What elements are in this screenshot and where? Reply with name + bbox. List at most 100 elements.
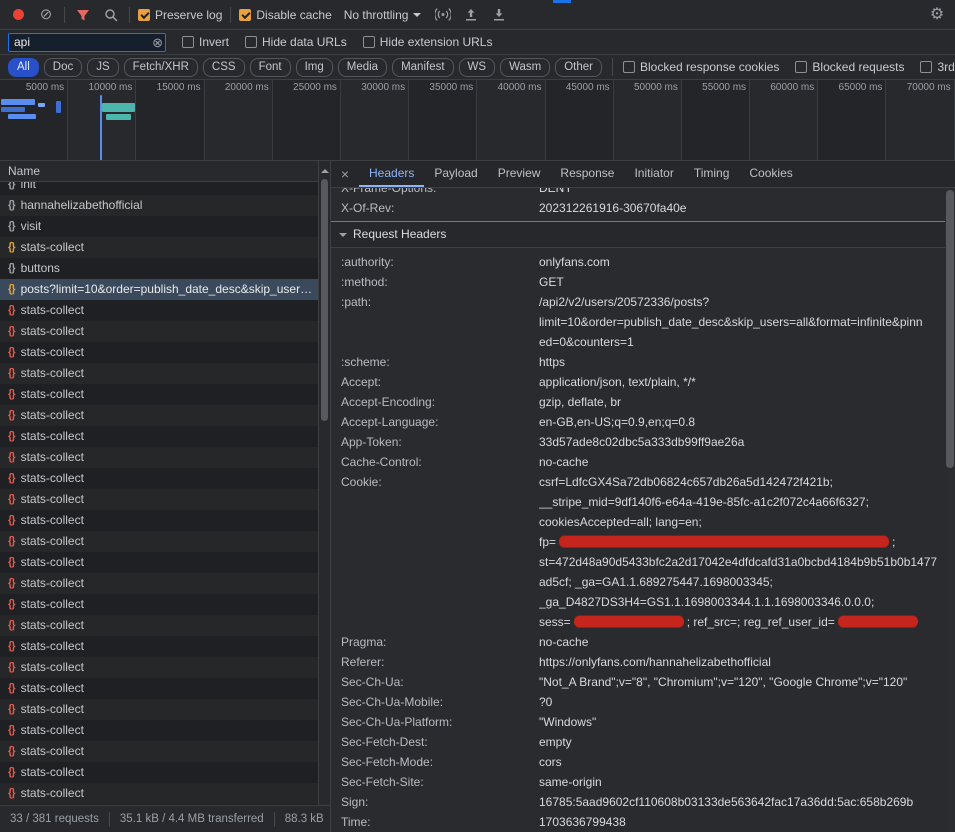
preserve-log-label: Preserve log [155, 8, 222, 22]
filter-chip-other[interactable]: Other [555, 58, 602, 77]
request-row[interactable]: {}stats-collect [0, 405, 330, 426]
checkbox-box [363, 36, 375, 48]
header-value-line: csrf=LdfcGX4Sa72db06824c657db26a5d142472… [539, 472, 945, 492]
header-value: 202312261916-30670fa40e [539, 198, 945, 218]
network-conditions-button[interactable] [433, 5, 453, 25]
request-row[interactable]: {}stats-collect [0, 489, 330, 510]
tab-payload[interactable]: Payload [424, 161, 487, 187]
request-name: stats-collect [21, 342, 84, 363]
request-row[interactable]: {}stats-collect [0, 678, 330, 699]
request-row[interactable]: {}stats-collect [0, 615, 330, 636]
invert-checkbox[interactable]: Invert [182, 35, 229, 49]
request-row[interactable]: {}visit [0, 216, 330, 237]
request-row[interactable]: {}stats-collect [0, 237, 330, 258]
search-button[interactable] [101, 5, 121, 25]
request-row[interactable]: {}stats-collect [0, 300, 330, 321]
close-icon[interactable]: × [331, 166, 359, 182]
hide-extension-urls-label: Hide extension URLs [380, 35, 493, 49]
filter-chip-manifest[interactable]: Manifest [392, 58, 453, 77]
export-har-button[interactable] [489, 5, 509, 25]
record-button[interactable] [8, 5, 28, 25]
request-row[interactable]: {}stats-collect [0, 447, 330, 468]
tab-response[interactable]: Response [550, 161, 624, 187]
script-icon: {} [8, 195, 15, 216]
request-row[interactable]: {}init [0, 182, 330, 195]
timeline-tick-label: 35000 ms [429, 82, 473, 93]
tab-initiator[interactable]: Initiator [624, 161, 683, 187]
throttling-select[interactable]: No throttling [340, 6, 426, 24]
header-name: App-Token: [341, 432, 529, 452]
tab-timing[interactable]: Timing [684, 161, 740, 187]
script-icon: {} [8, 489, 15, 510]
filter-checkbox-blocked-requests[interactable]: Blocked requests [795, 60, 904, 74]
request-row[interactable]: {}buttons [0, 258, 330, 279]
request-row[interactable]: {}stats-collect [0, 594, 330, 615]
filter-chip-doc[interactable]: Doc [44, 58, 82, 77]
timeline-tick-label: 5000 ms [26, 82, 64, 93]
checkbox-box [795, 61, 807, 73]
filter-chip-js[interactable]: JS [87, 58, 118, 77]
request-row[interactable]: {}stats-collect [0, 363, 330, 384]
request-row[interactable]: {}stats-collect [0, 321, 330, 342]
filter-chip-all[interactable]: All [8, 58, 39, 77]
hide-data-urls-checkbox[interactable]: Hide data URLs [245, 35, 347, 49]
tab-cookies[interactable]: Cookies [739, 161, 802, 187]
header-row: Sec-Fetch-Dest:empty [331, 732, 945, 752]
request-row[interactable]: {}stats-collect [0, 552, 330, 573]
request-row[interactable]: {}stats-collect [0, 426, 330, 447]
tab-preview[interactable]: Preview [488, 161, 551, 187]
scrollbar-thumb[interactable] [321, 179, 328, 421]
preserve-log-checkbox[interactable]: Preserve log [138, 8, 222, 22]
clear-filter-icon[interactable]: ⊗ [152, 35, 163, 51]
request-row[interactable]: {}posts?limit=10&order=publish_date_desc… [0, 279, 330, 300]
request-row[interactable]: {}stats-collect [0, 531, 330, 552]
request-row[interactable]: {}stats-collect [0, 783, 330, 804]
filter-checkbox-3rd-party-requests[interactable]: 3rd-party requests [920, 60, 955, 74]
filter-checkbox-blocked-response-cookies[interactable]: Blocked response cookies [623, 60, 779, 74]
detail-scrollbar[interactable] [945, 188, 955, 832]
filter-chip-css[interactable]: CSS [203, 58, 245, 77]
header-value-line: sess=; ref_src=; reg_ref_user_id= [539, 612, 945, 632]
request-row[interactable]: {}stats-collect [0, 342, 330, 363]
header-name: :authority: [341, 252, 529, 272]
filter-chip-wasm[interactable]: Wasm [500, 58, 550, 77]
network-filter-input[interactable] [8, 33, 166, 52]
script-icon: {} [8, 384, 15, 405]
request-row[interactable]: {}hannahelizabethofficial [0, 195, 330, 216]
hide-extension-urls-checkbox[interactable]: Hide extension URLs [363, 35, 493, 49]
request-row[interactable]: {}stats-collect [0, 657, 330, 678]
request-row[interactable]: {}stats-collect [0, 720, 330, 741]
filter-chip-img[interactable]: Img [296, 58, 333, 77]
disable-cache-checkbox[interactable]: Disable cache [239, 8, 331, 22]
header-value: /api2/v2/users/20572336/posts?limit=10&o… [539, 292, 945, 352]
header-value: empty [539, 732, 945, 752]
filter-chip-fetch-xhr[interactable]: Fetch/XHR [124, 58, 198, 77]
import-har-button[interactable] [461, 5, 481, 25]
request-list-scrollbar[interactable] [318, 161, 330, 805]
tab-headers[interactable]: Headers [359, 161, 424, 187]
request-name: stats-collect [21, 552, 84, 573]
name-column-header[interactable]: Name [0, 161, 330, 182]
request-row[interactable]: {}stats-collect [0, 510, 330, 531]
filter-toggle-button[interactable] [73, 5, 93, 25]
header-row: :scheme:https [331, 352, 945, 372]
request-row[interactable]: {}stats-collect [0, 573, 330, 594]
import-icon [464, 8, 478, 22]
scroll-up-icon[interactable] [321, 165, 329, 173]
settings-gear-icon[interactable]: ⚙ [927, 5, 947, 25]
timeline-overview[interactable]: 5000 ms10000 ms15000 ms20000 ms25000 ms3… [0, 80, 955, 161]
filter-chip-font[interactable]: Font [250, 58, 291, 77]
scrollbar-thumb[interactable] [946, 190, 954, 468]
request-row[interactable]: {}stats-collect [0, 468, 330, 489]
request-row[interactable]: {}stats-collect [0, 384, 330, 405]
request-row[interactable]: {}stats-collect [0, 636, 330, 657]
request-row[interactable]: {}stats-collect [0, 699, 330, 720]
request-headers-section-header[interactable]: Request Headers [331, 222, 945, 248]
clear-log-button[interactable]: ⊘ [36, 5, 56, 25]
filter-chip-media[interactable]: Media [338, 58, 387, 77]
request-name: stats-collect [21, 447, 84, 468]
script-icon: {} [8, 237, 15, 258]
filter-chip-ws[interactable]: WS [459, 58, 496, 77]
request-row[interactable]: {}stats-collect [0, 741, 330, 762]
request-row[interactable]: {}stats-collect [0, 762, 330, 783]
